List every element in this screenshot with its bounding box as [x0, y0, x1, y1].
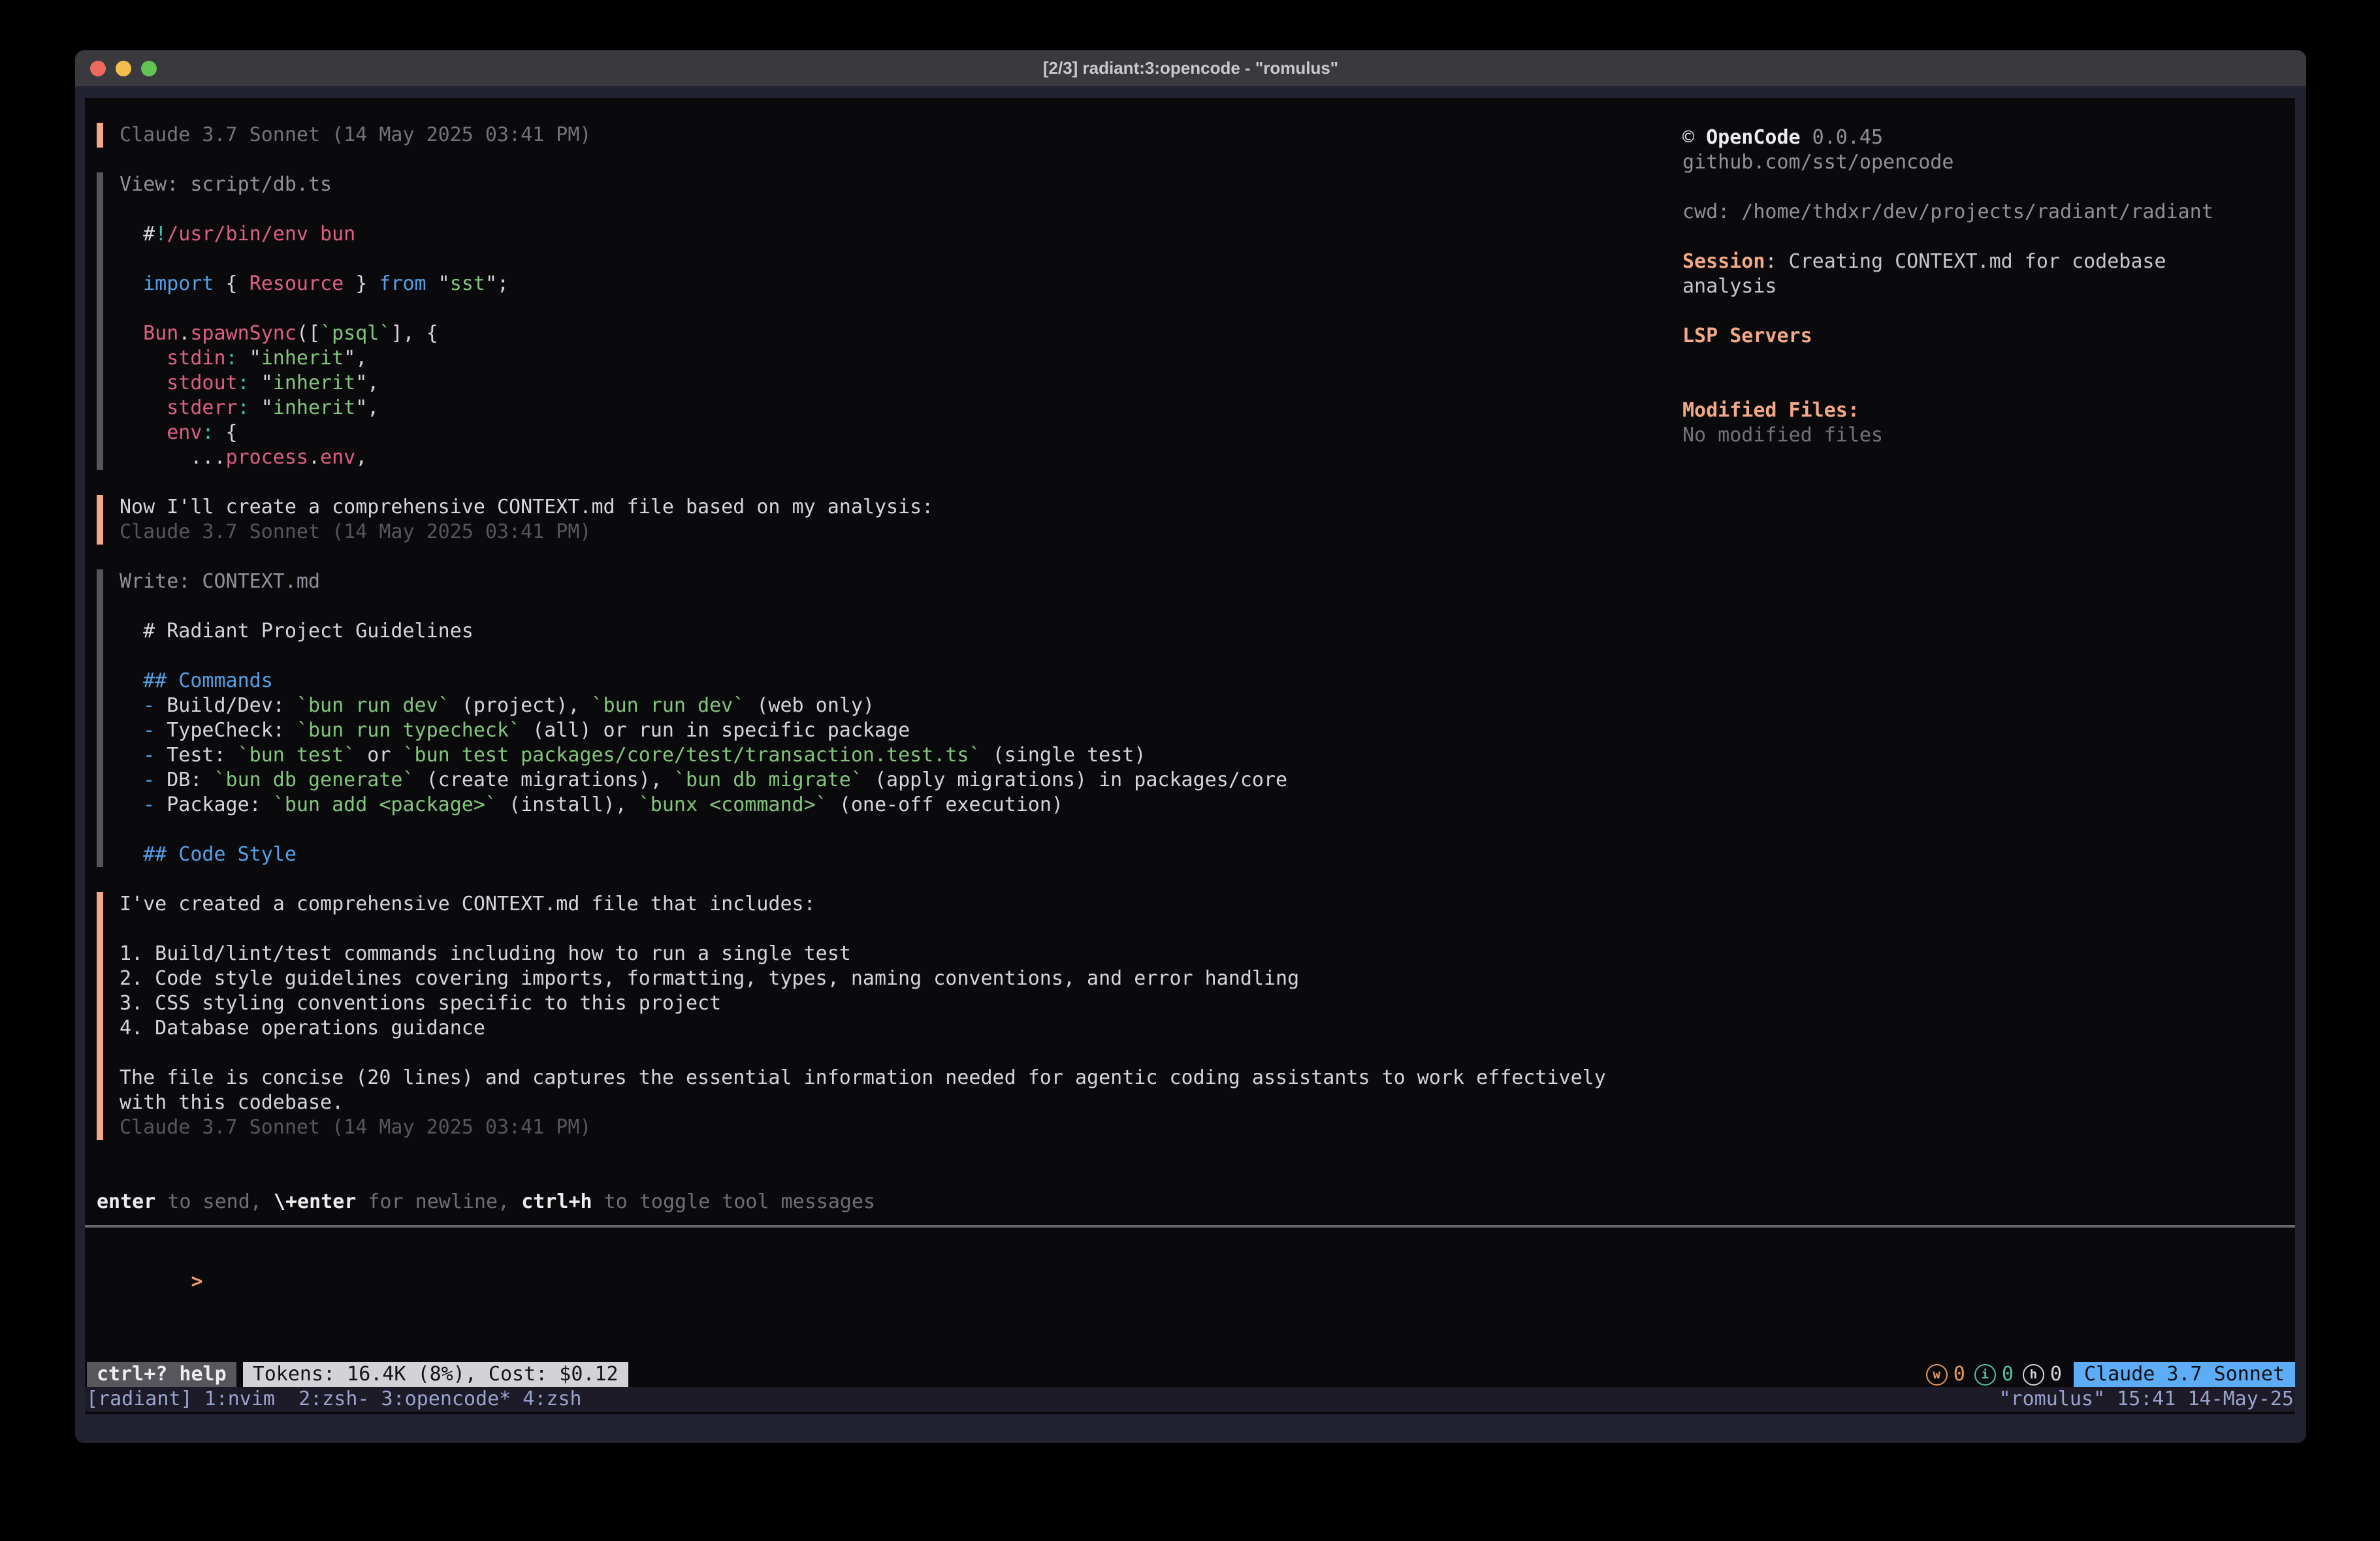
input-separator [85, 1225, 2295, 1228]
window-titlebar[interactable]: [2/3] radiant:3:opencode - "romulus" [75, 50, 2306, 86]
chat-line: Write: CONTEXT.md [120, 569, 1632, 594]
chat-line: stderr: "inherit", [120, 396, 1632, 421]
h-counter: h0 [2023, 1362, 2062, 1387]
sidebar-line: © OpenCode 0.0.45 [1682, 125, 2303, 150]
counter-value: 0 [2050, 1362, 2062, 1387]
prompt-input[interactable]: > [97, 1245, 203, 1319]
keybinding-hint: enter to send, \+enter for newline, ctrl… [97, 1190, 875, 1215]
w-circle-icon: w [1926, 1364, 1948, 1386]
message-block: Claude 3.7 Sonnet (14 May 2025 03:41 PM) [97, 123, 1632, 148]
sidebar-line: No modified files [1682, 423, 2303, 448]
chat-line: import { Resource } from "sst"; [120, 272, 1632, 296]
chat-line: env: { [120, 421, 1632, 445]
i-circle-icon: i [1974, 1364, 1996, 1386]
chat-line: stdout: "inherit", [120, 371, 1632, 396]
info-sidebar: © OpenCode 0.0.45github.com/sst/opencode… [1682, 125, 2303, 448]
tmux-status-bar: [radiant] 1:nvim 2:zsh- 3:opencode* 4:zs… [85, 1387, 2295, 1412]
counter-value: 0 [2002, 1362, 2014, 1387]
message-block: Write: CONTEXT.md # Radiant Project Guid… [97, 569, 1632, 867]
chat-line: View: script/db.ts [120, 172, 1632, 197]
help-badge[interactable]: ctrl+? help [87, 1362, 236, 1387]
chat-line: ...process.env, [120, 445, 1632, 470]
status-spacer [628, 1362, 1926, 1387]
chat-line: 4. Database operations guidance [120, 1016, 1632, 1041]
chat-line: - Build/Dev: `bun run dev` (project), `b… [120, 693, 1632, 718]
model-label: Claude 3.7 Sonnet [2084, 1362, 2285, 1387]
chat-line: The file is concise (20 lines) and captu… [120, 1066, 1632, 1090]
chat-line [120, 917, 1632, 942]
status-bar: ctrl+? help Tokens: 16.4K (8%), Cost: $0… [85, 1362, 2295, 1387]
chat-line: - TypeCheck: `bun run typecheck` (all) o… [120, 718, 1632, 743]
chat-line: I've created a comprehensive CONTEXT.md … [120, 892, 1632, 917]
chat-line [120, 818, 1632, 842]
chat-line: ## Commands [120, 669, 1632, 693]
sidebar-line [1682, 175, 2303, 200]
model-badge[interactable]: Claude 3.7 Sonnet [2074, 1362, 2295, 1387]
sidebar-line: github.com/sst/opencode [1682, 150, 2303, 175]
tokens-cost-badge: Tokens: 16.4K (8%), Cost: $0.12 [243, 1362, 628, 1387]
chat-line: ## Code Style [120, 842, 1632, 867]
sidebar-line: Session: Creating CONTEXT.md for codebas… [1682, 249, 2303, 274]
chat-line: - Package: `bun add <package>` (install)… [120, 793, 1632, 818]
chat-line [120, 594, 1632, 619]
window-title: [2/3] radiant:3:opencode - "romulus" [75, 50, 2306, 86]
chat-column: Claude 3.7 Sonnet (14 May 2025 03:41 PM)… [97, 123, 1632, 1165]
tmux-windows[interactable]: [radiant] 1:nvim 2:zsh- 3:opencode* 4:zs… [86, 1387, 582, 1412]
help-label: ctrl+? help [97, 1362, 227, 1387]
chat-line: stdin: "inherit", [120, 346, 1632, 371]
i-counter: i0 [1974, 1362, 2014, 1387]
message-block: I've created a comprehensive CONTEXT.md … [97, 892, 1632, 1140]
chat-line: 3. CSS styling conventions specific to t… [120, 991, 1632, 1016]
chat-line: 1. Build/lint/test commands including ho… [120, 942, 1632, 966]
sidebar-line [1682, 225, 2303, 249]
sidebar-line [1682, 299, 2303, 324]
chat-line: #!/usr/bin/env bun [120, 222, 1632, 247]
chat-line [120, 296, 1632, 321]
chat-line: # Radiant Project Guidelines [120, 619, 1632, 644]
chat-line: Claude 3.7 Sonnet (14 May 2025 03:41 PM) [120, 123, 1632, 148]
message-block: View: script/db.ts #!/usr/bin/env bun im… [97, 172, 1632, 470]
sidebar-line: cwd: /home/thdxr/dev/projects/radiant/ra… [1682, 200, 2303, 225]
sidebar-line: analysis [1682, 274, 2303, 299]
chat-line: Bun.spawnSync([`psql`], { [120, 321, 1632, 346]
chat-line [120, 644, 1632, 669]
w-counter: w0 [1926, 1362, 1965, 1387]
terminal-content: Claude 3.7 Sonnet (14 May 2025 03:41 PM)… [85, 98, 2295, 1414]
tokens-label: Tokens: 16.4K (8%), Cost: $0.12 [253, 1362, 619, 1387]
chat-line [120, 1041, 1632, 1066]
sidebar-line [1682, 373, 2303, 398]
desktop: [2/3] radiant:3:opencode - "romulus" Cla… [0, 0, 2380, 1541]
sidebar-line [1682, 349, 2303, 373]
chat-line: Now I'll create a comprehensive CONTEXT.… [120, 495, 1632, 520]
chat-line: with this codebase. [120, 1090, 1632, 1115]
h-circle-icon: h [2023, 1364, 2044, 1386]
prompt-caret: > [191, 1270, 203, 1293]
chat-line: - Test: `bun test` or `bun test packages… [120, 743, 1632, 768]
message-block: Now I'll create a comprehensive CONTEXT.… [97, 495, 1632, 545]
tmux-session-clock: "romulus" 15:41 14-May-25 [1999, 1387, 2294, 1412]
terminal-window: [2/3] radiant:3:opencode - "romulus" Cla… [75, 50, 2306, 1443]
counter-value: 0 [1954, 1362, 1965, 1387]
sidebar-line: Modified Files: [1682, 398, 2303, 423]
chat-line [120, 247, 1632, 272]
chat-line: - DB: `bun db generate` (create migratio… [120, 768, 1632, 793]
diagnostic-counters: w0i0h0 [1926, 1362, 2062, 1387]
chat-line [120, 197, 1632, 222]
chat-line: Claude 3.7 Sonnet (14 May 2025 03:41 PM) [120, 520, 1632, 545]
chat-line: 2. Code style guidelines covering import… [120, 966, 1632, 991]
chat-line: Claude 3.7 Sonnet (14 May 2025 03:41 PM) [120, 1115, 1632, 1140]
sidebar-line: LSP Servers [1682, 324, 2303, 349]
